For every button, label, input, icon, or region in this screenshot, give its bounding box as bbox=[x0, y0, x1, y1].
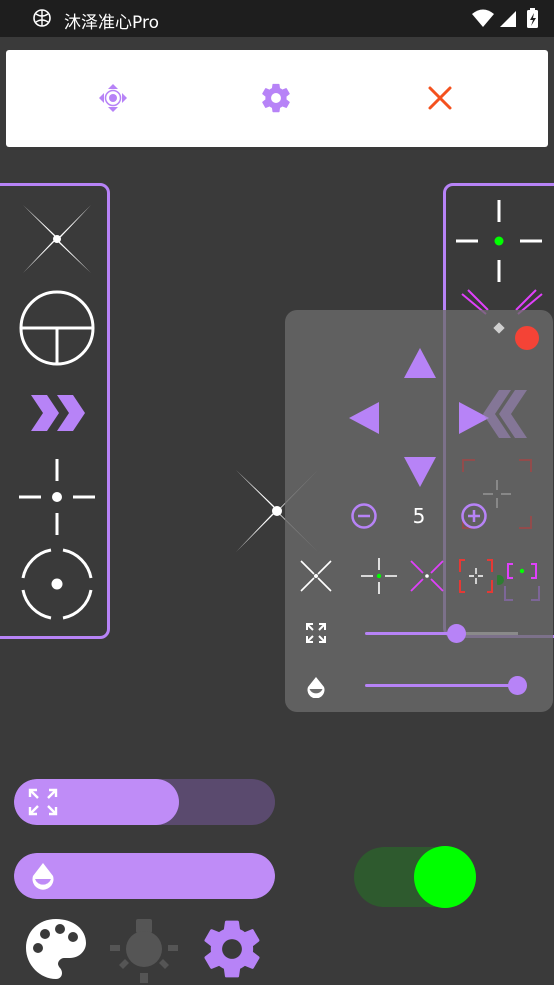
move-button[interactable] bbox=[95, 80, 131, 116]
expand-icon bbox=[28, 788, 58, 816]
status-icons bbox=[472, 8, 538, 28]
palette-icon[interactable] bbox=[22, 915, 90, 983]
diamond-marker bbox=[493, 322, 505, 334]
opacity-bar[interactable] bbox=[14, 853, 275, 899]
close-button[interactable] bbox=[422, 80, 458, 116]
expand-icon bbox=[306, 623, 326, 643]
opacity-slider-knob[interactable] bbox=[508, 676, 527, 695]
increase-size-button[interactable] bbox=[461, 503, 487, 529]
app-logo-icon bbox=[33, 9, 51, 27]
opacity-drop-icon bbox=[32, 863, 54, 890]
opacity-drop-icon bbox=[307, 677, 325, 698]
gear-icon bbox=[262, 83, 290, 113]
size-slider-knob[interactable] bbox=[447, 624, 466, 643]
close-icon bbox=[428, 86, 452, 110]
crosshair-chevrons-dim bbox=[483, 390, 527, 438]
app-title: 沐泽准心Pro bbox=[64, 13, 159, 33]
size-bar[interactable] bbox=[14, 779, 275, 825]
move-down-button[interactable] bbox=[404, 457, 436, 487]
settings-button[interactable] bbox=[258, 80, 294, 116]
crosshair-list-left bbox=[0, 183, 110, 639]
crosshair-circle-dot-item[interactable] bbox=[17, 544, 97, 624]
style-magenta-bracket-option[interactable] bbox=[497, 556, 543, 604]
style-red-bracket-option[interactable] bbox=[457, 556, 495, 596]
cell-signal-icon bbox=[500, 11, 516, 27]
crosshair-chevrons-item[interactable] bbox=[17, 373, 97, 453]
style-magenta-x-option[interactable] bbox=[409, 559, 445, 593]
gear-icon[interactable] bbox=[198, 915, 266, 983]
opacity-slider-fill bbox=[365, 684, 517, 687]
battery-charging-icon bbox=[527, 8, 538, 28]
top-toolbar bbox=[6, 50, 548, 147]
style-x-blades-option[interactable] bbox=[299, 559, 333, 593]
record-button[interactable] bbox=[515, 326, 539, 350]
size-slider-fill bbox=[365, 632, 456, 635]
status-bar: 沐泽准心Pro bbox=[0, 0, 554, 37]
style-green-cross-option[interactable] bbox=[359, 556, 399, 596]
move-arrows-icon bbox=[99, 84, 127, 112]
crosshair-cross-dot-item[interactable] bbox=[17, 457, 97, 537]
wifi-icon bbox=[472, 9, 494, 27]
lightbulb-icon[interactable] bbox=[110, 915, 178, 983]
crosshair-toggle[interactable] bbox=[354, 846, 476, 908]
control-panel: 5 bbox=[285, 310, 553, 712]
move-up-button[interactable] bbox=[404, 348, 436, 378]
move-left-button[interactable] bbox=[349, 402, 379, 434]
size-value: 5 bbox=[412, 504, 426, 528]
toggle-knob bbox=[414, 846, 476, 908]
decrease-size-button[interactable] bbox=[351, 503, 377, 529]
crosshair-green-dot-item[interactable] bbox=[456, 198, 546, 288]
crosshair-x-blades-item[interactable] bbox=[17, 199, 97, 279]
crosshair-scope-item[interactable] bbox=[17, 288, 97, 368]
